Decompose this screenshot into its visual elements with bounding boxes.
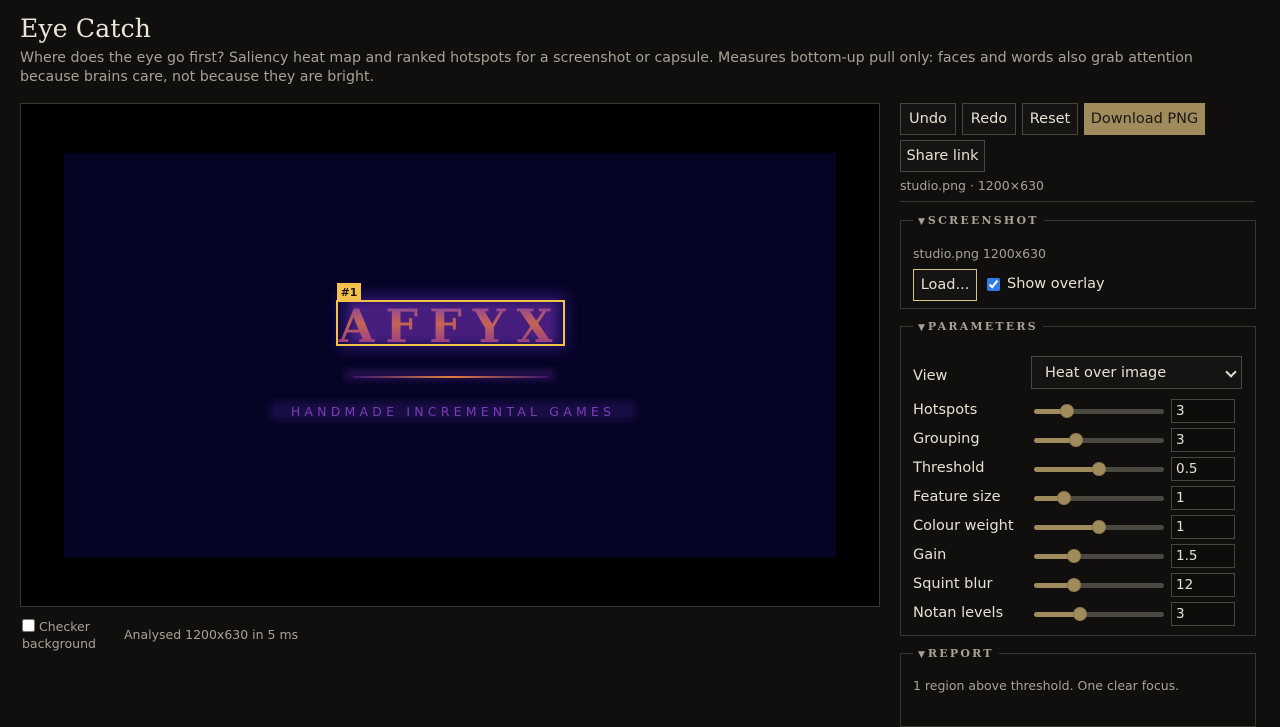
share-link-button[interactable]: Share link	[900, 140, 985, 172]
saliency-preview[interactable]: AFFYX HANDMADE INCREMENTAL GAMES #1	[20, 103, 880, 607]
slider-thumb[interactable]	[1067, 549, 1082, 563]
notan-levels-input[interactable]: 3	[1171, 602, 1235, 626]
param-label-threshold: Threshold	[913, 460, 985, 476]
parameters-panel-toggle[interactable]: ▼ PARAMETERS	[913, 320, 1043, 333]
show-overlay-label: Show overlay	[1007, 276, 1105, 292]
param-row-hotspots: Hotspots 3	[913, 399, 1243, 423]
param-row-threshold: Threshold 0.5	[913, 457, 1243, 481]
param-label-squint-blur: Squint blur	[913, 576, 993, 592]
parameters-panel: ▼ PARAMETERS View Heat over image Hotspot…	[900, 320, 1256, 636]
file-meta: studio.png · 1200×630	[900, 178, 1045, 193]
chevron-down-icon	[1225, 366, 1237, 378]
squint-blur-input[interactable]: 12	[1171, 573, 1235, 597]
parameters-panel-title: PARAMETERS	[927, 320, 1038, 333]
colour-weight-input[interactable]: 1	[1171, 515, 1235, 539]
checker-background-checkbox[interactable]	[22, 619, 35, 632]
checker-background-toggle[interactable]: Checker background	[22, 618, 112, 652]
report-panel-title: REPORT	[927, 647, 994, 660]
slider-thumb[interactable]	[1067, 578, 1082, 592]
reset-button[interactable]: Reset	[1022, 103, 1078, 135]
report-panel-toggle[interactable]: ▼ REPORT	[913, 647, 999, 660]
app-title: Eye Catch	[20, 14, 152, 43]
param-label-gain: Gain	[913, 547, 947, 563]
view-label: View	[913, 368, 948, 384]
param-row-feature-size: Feature size 1	[913, 486, 1243, 510]
report-panel: ▼ REPORT 1 region above threshold. One cl…	[900, 647, 1256, 727]
screenshot-panel-title: SCREENSHOT	[927, 214, 1039, 227]
param-label-notan-levels: Notan levels	[913, 605, 1004, 621]
squint-blur-slider[interactable]	[1034, 578, 1164, 592]
param-label-hotspots: Hotspots	[913, 402, 978, 418]
slider-fill	[1034, 467, 1099, 472]
screenshot-panel: ▼ SCREENSHOT studio.png 1200x630 Load... …	[900, 214, 1256, 309]
show-overlay-toggle[interactable]: Show overlay	[987, 276, 1105, 292]
hotspot-rank-badge: #1	[341, 286, 358, 299]
heatmap-canvas: AFFYX HANDMADE INCREMENTAL GAMES #1	[21, 104, 879, 606]
slider-thumb[interactable]	[1059, 404, 1074, 418]
slider-thumb[interactable]	[1056, 491, 1071, 505]
slider-fill	[1034, 525, 1099, 530]
app-description: Where does the eye go first? Saliency he…	[20, 50, 1193, 85]
load-button[interactable]: Load...	[913, 269, 977, 301]
threshold-slider[interactable]	[1034, 462, 1164, 476]
screenshot-file-name: studio.png 1200x630	[913, 246, 1046, 261]
download-png-button[interactable]: Download PNG	[1084, 103, 1205, 135]
redo-button[interactable]: Redo	[962, 103, 1016, 135]
hotspots-slider[interactable]	[1034, 404, 1164, 418]
param-label-grouping: Grouping	[913, 431, 980, 447]
feature-size-input[interactable]: 1	[1171, 486, 1235, 510]
screenshot-panel-toggle[interactable]: ▼ SCREENSHOT	[913, 214, 1044, 227]
capsule-divider-line	[353, 376, 548, 378]
show-overlay-checkbox[interactable]	[987, 277, 1000, 291]
analysis-status: Analysed 1200x630 in 5 ms	[124, 627, 299, 642]
capsule-image-area	[64, 153, 836, 557]
capsule-tagline-text: HANDMADE INCREMENTAL GAMES	[291, 404, 615, 419]
report-summary: 1 region above threshold. One clear focu…	[913, 678, 1180, 693]
param-row-grouping: Grouping 3	[913, 428, 1243, 452]
param-row-notan-levels: Notan levels 3	[913, 602, 1243, 626]
param-row-gain: Gain 1.5	[913, 544, 1243, 568]
grouping-input[interactable]: 3	[1171, 428, 1235, 452]
gain-input[interactable]: 1.5	[1171, 544, 1235, 568]
slider-thumb[interactable]	[1072, 607, 1087, 621]
view-select[interactable]: Heat over image	[1031, 356, 1242, 389]
collapse-caret-icon: ▼	[918, 217, 925, 227]
param-label-feature-size: Feature size	[913, 489, 1001, 505]
param-label-colour-weight: Colour weight	[913, 518, 1014, 534]
collapse-caret-icon: ▼	[918, 650, 925, 660]
feature-size-slider[interactable]	[1034, 491, 1164, 505]
grouping-slider[interactable]	[1034, 433, 1164, 447]
slider-thumb[interactable]	[1092, 520, 1106, 534]
colour-weight-slider[interactable]	[1034, 520, 1164, 534]
param-row-squint-blur: Squint blur 12	[913, 573, 1243, 597]
toolbar-divider	[900, 201, 1255, 202]
collapse-caret-icon: ▼	[918, 323, 925, 333]
hotspots-input[interactable]: 3	[1171, 399, 1235, 423]
param-row-colour-weight: Colour weight 1	[913, 515, 1243, 539]
undo-button[interactable]: Undo	[900, 103, 956, 135]
view-select-value: Heat over image	[1045, 364, 1167, 381]
slider-thumb[interactable]	[1092, 462, 1106, 476]
slider-thumb[interactable]	[1068, 433, 1083, 447]
gain-slider[interactable]	[1034, 549, 1164, 563]
threshold-input[interactable]: 0.5	[1171, 457, 1235, 481]
notan-levels-slider[interactable]	[1034, 607, 1164, 621]
